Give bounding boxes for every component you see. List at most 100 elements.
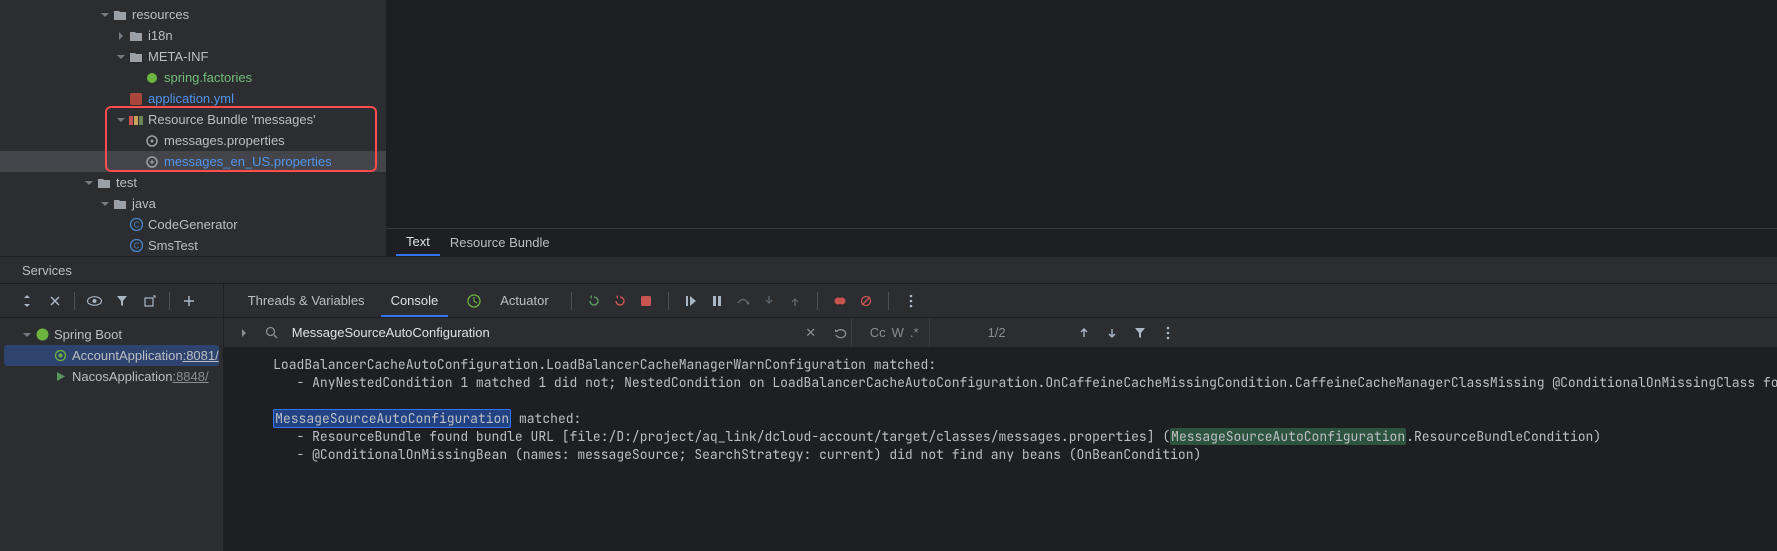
yaml-icon: [128, 91, 144, 107]
tree-item-resource-bundle[interactable]: Resource Bundle 'messages': [0, 109, 386, 130]
more-icon[interactable]: [1158, 323, 1178, 343]
service-spring-boot[interactable]: Spring Boot: [0, 324, 223, 345]
tree-label: spring.factories: [164, 70, 252, 85]
class-icon: C: [128, 238, 144, 254]
tree-item-java[interactable]: java: [0, 193, 386, 214]
chevron-right-icon: [114, 29, 128, 43]
tree-label: Resource Bundle 'messages': [148, 112, 316, 127]
chevron-down-icon: [98, 197, 112, 211]
search-count: 1/2: [938, 325, 1066, 340]
run-icon: [52, 369, 68, 385]
tab-text[interactable]: Text: [396, 229, 440, 256]
resume-icon[interactable]: [681, 291, 701, 311]
tree-label: test: [116, 175, 137, 190]
search-highlight-secondary: MessageSourceAutoConfiguration: [1170, 428, 1406, 445]
step-out-icon[interactable]: [785, 291, 805, 311]
tab-actuator[interactable]: Actuator: [490, 284, 558, 317]
tree-item-resources[interactable]: resources: [0, 4, 386, 25]
show-icon[interactable]: [85, 292, 103, 310]
gear-icon: [144, 154, 160, 170]
console-output[interactable]: LoadBalancerCacheAutoConfiguration.LoadB…: [224, 348, 1777, 551]
prev-match-icon[interactable]: [1074, 323, 1094, 343]
tab-console[interactable]: Console: [381, 284, 449, 317]
bundle-icon: [128, 112, 144, 128]
spring-boot-icon: [34, 327, 50, 343]
service-nacos-application[interactable]: NacosApplication :8848/: [0, 366, 223, 387]
services-toolbar: [0, 284, 223, 318]
services-panel-header[interactable]: Services: [0, 256, 1777, 284]
filter-icon[interactable]: [1130, 323, 1150, 343]
view-breakpoints-icon[interactable]: [830, 291, 850, 311]
add-icon[interactable]: [180, 292, 198, 310]
tab-resource-bundle[interactable]: Resource Bundle: [440, 229, 560, 256]
tree-label: resources: [132, 7, 189, 22]
tree-item-test[interactable]: test: [0, 172, 386, 193]
collapse-icon[interactable]: [234, 323, 254, 343]
actuator-icon: [464, 291, 484, 311]
pause-icon[interactable]: [707, 291, 727, 311]
console-gutter: [224, 352, 244, 551]
rerun-icon[interactable]: [610, 291, 630, 311]
search-input[interactable]: [292, 325, 791, 340]
editor-bottom-tabs: Text Resource Bundle: [386, 228, 1777, 256]
clear-icon[interactable]: ✕: [801, 323, 821, 343]
step-into-icon[interactable]: [759, 291, 779, 311]
chevron-down-icon: [20, 328, 34, 342]
console-text: LoadBalancerCacheAutoConfiguration.LoadB…: [250, 352, 1777, 551]
tree-item-i18n[interactable]: i18n: [0, 25, 386, 46]
svg-text:C: C: [133, 221, 139, 230]
service-port[interactable]: :8848/: [172, 369, 208, 384]
tree-label: application.yml: [148, 91, 234, 106]
tree-label: i18n: [148, 28, 173, 43]
chevron-down-icon: [98, 8, 112, 22]
project-tree[interactable]: resources i18n META-INF spring.factories…: [0, 0, 386, 256]
new-window-icon[interactable]: [141, 292, 159, 310]
class-icon: C: [128, 217, 144, 233]
mute-breakpoints-icon[interactable]: [856, 291, 876, 311]
separator: [817, 292, 818, 310]
stop-icon[interactable]: [636, 291, 656, 311]
folder-icon: [96, 175, 112, 191]
history-icon[interactable]: [831, 323, 851, 343]
expand-collapse-icon[interactable]: [18, 292, 36, 310]
service-label: NacosApplication: [72, 369, 172, 384]
tree-item-spring-factories[interactable]: spring.factories: [0, 67, 386, 88]
tab-threads-variables[interactable]: Threads & Variables: [238, 284, 375, 317]
match-case-toggle[interactable]: Cc: [870, 325, 886, 340]
tree-item-messages-en-us[interactable]: messages_en_US.properties: [0, 151, 386, 172]
tree-item-messages-properties[interactable]: messages.properties: [0, 130, 386, 151]
tree-label: META-INF: [148, 49, 208, 64]
services-sidebar: Spring Boot AccountApplication :8081/ Na…: [0, 284, 224, 551]
regex-toggle[interactable]: .*: [910, 325, 919, 340]
search-options: Cc W .*: [860, 318, 930, 347]
next-match-icon[interactable]: [1102, 323, 1122, 343]
filter-icon[interactable]: [113, 292, 131, 310]
editor-content[interactable]: [386, 0, 1777, 228]
tree-item-metainf[interactable]: META-INF: [0, 46, 386, 67]
tree-label: java: [132, 196, 156, 211]
gear-icon: [144, 133, 160, 149]
more-icon[interactable]: [901, 291, 921, 311]
step-over-icon[interactable]: [733, 291, 753, 311]
console-search-bar: ✕ Cc W .* 1/2: [224, 318, 1777, 348]
folder-icon: [112, 196, 128, 212]
tree-item-smstest[interactable]: C SmsTest: [0, 235, 386, 256]
chevron-down-icon: [114, 50, 128, 64]
tree-label: messages.properties: [164, 133, 285, 148]
restart-icon[interactable]: [584, 291, 604, 311]
close-icon[interactable]: [46, 292, 64, 310]
tree-item-codegenerator[interactable]: C CodeGenerator: [0, 214, 386, 235]
tree-label: CodeGenerator: [148, 217, 238, 232]
separator: [571, 292, 572, 310]
service-account-application[interactable]: AccountApplication :8081/: [4, 345, 219, 366]
tree-item-application-yml[interactable]: application.yml: [0, 88, 386, 109]
services-tree[interactable]: Spring Boot AccountApplication :8081/ Na…: [0, 318, 223, 387]
chevron-down-icon: [114, 113, 128, 127]
service-port[interactable]: :8081/: [183, 348, 219, 363]
folder-icon: [128, 28, 144, 44]
folder-icon: [112, 7, 128, 23]
console-tabs: Threads & Variables Console Actuator: [224, 284, 1777, 318]
separator: [668, 292, 669, 310]
separator: [169, 292, 170, 310]
whole-word-toggle[interactable]: W: [892, 325, 904, 340]
